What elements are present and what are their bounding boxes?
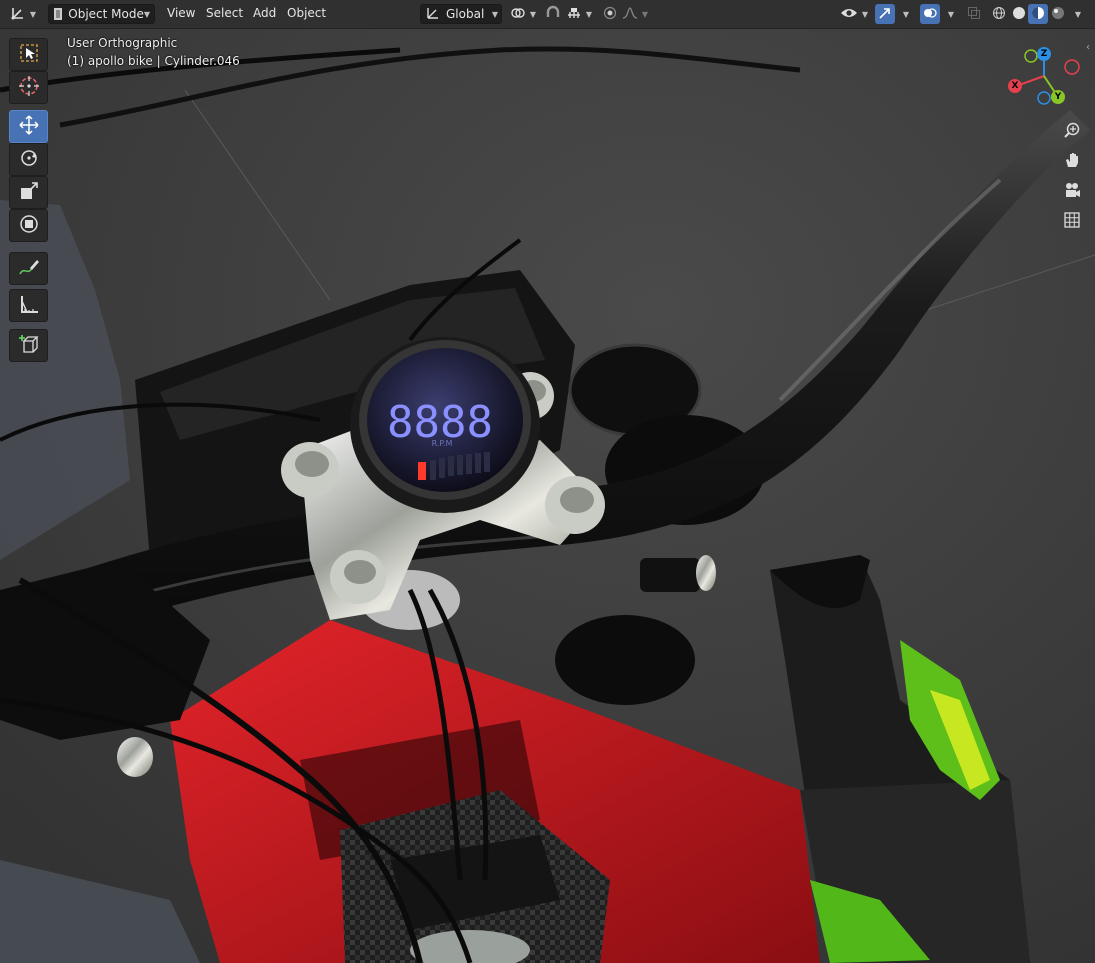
zoom-button[interactable] <box>1060 119 1084 143</box>
wireframe-shading-icon <box>992 6 1006 23</box>
snap-target-dropdown[interactable]: ▼ <box>564 4 594 24</box>
mode-label: Object Mode <box>68 7 144 21</box>
pivot-point-icon <box>510 5 526 24</box>
ortho-grid-icon <box>1063 211 1081 232</box>
editor-type-button[interactable]: ▼ <box>6 4 40 24</box>
move-icon <box>18 114 40 139</box>
camera-view-button[interactable] <box>1060 179 1084 203</box>
transform-gizmo-icon <box>10 5 26 24</box>
gizmo-toggle[interactable] <box>875 4 895 24</box>
object-info: (1) apollo bike | Cylinder.046 <box>67 54 240 68</box>
sidebar-toggle-icon[interactable]: ‹ <box>1086 42 1090 53</box>
rotate-tool[interactable] <box>9 143 48 176</box>
chevron-down-icon: ▼ <box>861 9 869 19</box>
transform-icon <box>18 213 40 238</box>
move-tool[interactable] <box>9 110 48 143</box>
ortho-toggle-button[interactable] <box>1060 209 1084 233</box>
xray-icon <box>967 6 981 23</box>
transform-orientation-icon <box>426 6 440 23</box>
chevron-down-icon: ▼ <box>947 9 955 19</box>
chevron-down-icon: ▼ <box>491 9 498 19</box>
shading-dropdown[interactable]: ▼ <box>1068 4 1084 24</box>
camera-view-icon <box>1063 181 1081 202</box>
menu-view[interactable]: View <box>167 6 195 20</box>
gizmo-axis-z[interactable]: Z <box>1037 47 1051 61</box>
add-cube-icon <box>18 333 40 358</box>
mode-dropdown[interactable]: Object Mode ▼ <box>48 4 155 24</box>
select-box-tool[interactable] <box>9 38 48 71</box>
viewport-scene: 8888 R.P.M <box>0 29 1095 963</box>
select-box-icon <box>18 42 40 67</box>
visibility-dropdown[interactable]: ▼ <box>838 4 870 24</box>
proportional-edit-icon <box>603 6 617 23</box>
snap-increment-icon <box>566 5 582 24</box>
measure-icon <box>18 293 40 318</box>
xray-toggle[interactable] <box>964 4 984 24</box>
view-name: User Orthographic <box>67 36 178 50</box>
meter-caption: R.P.M <box>432 439 453 448</box>
gizmo-dropdown[interactable]: ▼ <box>896 4 912 24</box>
solid-shading-button[interactable] <box>1009 4 1029 24</box>
chevron-down-icon: ▼ <box>29 9 37 19</box>
orientation-label: Global <box>446 7 485 21</box>
menu-object[interactable]: Object <box>287 6 326 20</box>
pivot-point-button[interactable]: ▼ <box>508 4 538 24</box>
rotate-icon <box>18 147 40 172</box>
snap-magnet-icon <box>545 5 561 24</box>
overlays-dropdown[interactable]: ▼ <box>941 4 957 24</box>
visibility-eye-icon <box>840 6 858 23</box>
snap-toggle[interactable] <box>542 4 564 24</box>
transform-tool[interactable] <box>9 209 48 242</box>
chevron-down-icon: ▼ <box>585 9 593 19</box>
chevron-down-icon: ▼ <box>143 9 150 19</box>
proportional-edit-toggle[interactable] <box>600 4 620 24</box>
gizmo-axis-y[interactable]: Y <box>1051 90 1065 104</box>
pan-hand-icon <box>1063 151 1081 172</box>
gizmo-toggle-icon <box>878 6 892 23</box>
menu-add[interactable]: Add <box>253 6 276 20</box>
gizmo-axis-x[interactable]: X <box>1008 79 1022 93</box>
falloff-curve-icon <box>622 6 638 23</box>
overlays-icon <box>923 6 937 23</box>
orientation-dropdown[interactable]: Global ▼ <box>420 4 502 24</box>
material-preview-shading-icon <box>1031 6 1045 23</box>
menu-select[interactable]: Select <box>206 6 243 20</box>
scale-tool[interactable] <box>9 176 48 209</box>
proportional-falloff-dropdown[interactable]: ▼ <box>620 4 650 24</box>
object-mode-icon <box>54 8 63 20</box>
viewport-header: ▼ Object Mode ▼ View Select Add Object G… <box>0 0 1095 29</box>
measure-tool[interactable] <box>9 289 48 322</box>
rendered-shading-button[interactable] <box>1048 4 1068 24</box>
annotate-tool[interactable] <box>9 252 48 285</box>
overlays-toggle[interactable] <box>920 4 940 24</box>
add-cube-tool[interactable] <box>9 329 48 362</box>
wireframe-shading-button[interactable] <box>989 4 1009 24</box>
pan-button[interactable] <box>1060 149 1084 173</box>
cursor-icon <box>18 75 40 100</box>
scale-icon <box>18 180 40 205</box>
rendered-shading-icon <box>1051 6 1065 23</box>
solid-shading-icon <box>1012 6 1026 23</box>
material-preview-shading-button[interactable] <box>1028 4 1048 24</box>
navigation-gizmo[interactable]: Z X Y <box>1000 40 1090 120</box>
chevron-down-icon: ▼ <box>1074 9 1082 19</box>
cursor-tool[interactable] <box>9 71 48 104</box>
zoom-icon <box>1063 121 1081 142</box>
annotate-icon <box>18 256 40 281</box>
chevron-down-icon: ▼ <box>641 9 649 19</box>
chevron-down-icon: ▼ <box>902 9 910 19</box>
chevron-down-icon: ▼ <box>529 9 537 19</box>
3d-viewport[interactable]: 8888 R.P.M User Orthographic (1) apollo … <box>0 29 1095 963</box>
